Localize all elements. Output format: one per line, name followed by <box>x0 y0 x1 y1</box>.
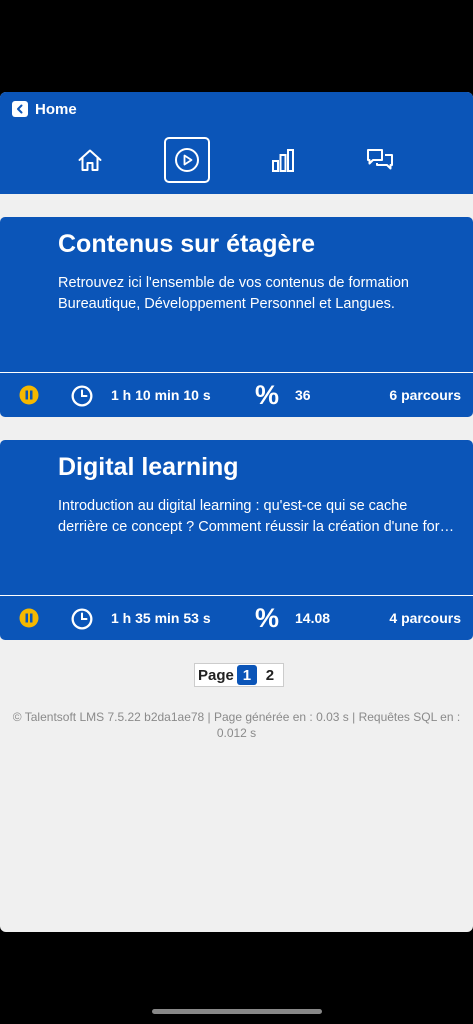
page-2-button[interactable]: 2 <box>260 665 280 685</box>
play-icon <box>175 148 199 172</box>
card-description-line: Retrouvez ici l'ensemble de vos contenus… <box>58 275 409 291</box>
progress-percent: 14.08 <box>295 610 331 626</box>
home-indicator[interactable] <box>152 1009 322 1014</box>
chat-icon <box>367 149 393 170</box>
parcours-count: 4 parcours <box>389 610 461 626</box>
card-title: Digital learning <box>58 453 239 481</box>
duration-value: 1 h 35 min 53 s <box>111 610 211 626</box>
card-description-line: Bureautique, Développement Personnel et … <box>58 296 395 312</box>
pause-icon[interactable] <box>19 385 39 405</box>
nav-stats-button[interactable] <box>260 137 306 183</box>
clock-icon <box>71 385 93 407</box>
nav-chat-button[interactable] <box>357 137 403 183</box>
percent-icon: % <box>255 603 280 633</box>
parcours-count: 6 parcours <box>389 387 461 403</box>
card-description-line: derrière ce concept ? Comment réussir la… <box>58 519 458 535</box>
page-1-button[interactable]: 1 <box>236 665 257 685</box>
back-label: Home <box>35 100 77 118</box>
back-button[interactable]: Home <box>12 100 77 118</box>
top-bar: Home <box>0 92 473 194</box>
percent-icon: % <box>255 380 280 410</box>
card-description: Introduction au digital learning : qu'es… <box>58 496 458 538</box>
pause-icon[interactable] <box>19 608 39 628</box>
nav-home-button[interactable] <box>67 137 113 183</box>
card-footer: 1 h 10 min 10 s % 36 6 parcours <box>0 372 473 417</box>
card-footer: 1 h 35 min 53 s % 14.08 4 parcours <box>0 595 473 640</box>
chevron-left-icon <box>12 101 28 117</box>
pagination: Page 1 2 <box>194 663 284 687</box>
app-screen: Home Contenus sur étagère Retrouvez ici … <box>0 92 473 932</box>
duration-value: 1 h 10 min 10 s <box>111 387 211 403</box>
bar-chart-icon <box>272 149 294 172</box>
home-icon <box>78 149 102 171</box>
card-description-line: Introduction au digital learning : qu'es… <box>58 498 408 514</box>
footer-info: © Talentsoft LMS 7.5.22 b2da1ae78 | Page… <box>12 710 461 740</box>
card-title: Contenus sur étagère <box>58 230 316 258</box>
progress-percent: 36 <box>295 387 311 403</box>
nav-play-button[interactable] <box>164 137 210 183</box>
pagination-label: Page <box>198 666 234 684</box>
course-card[interactable]: Digital learning Introduction au digital… <box>0 440 473 640</box>
course-card[interactable]: Contenus sur étagère Retrouvez ici l'ens… <box>0 217 473 417</box>
card-description: Retrouvez ici l'ensemble de vos contenus… <box>58 273 458 315</box>
clock-icon <box>71 608 93 630</box>
